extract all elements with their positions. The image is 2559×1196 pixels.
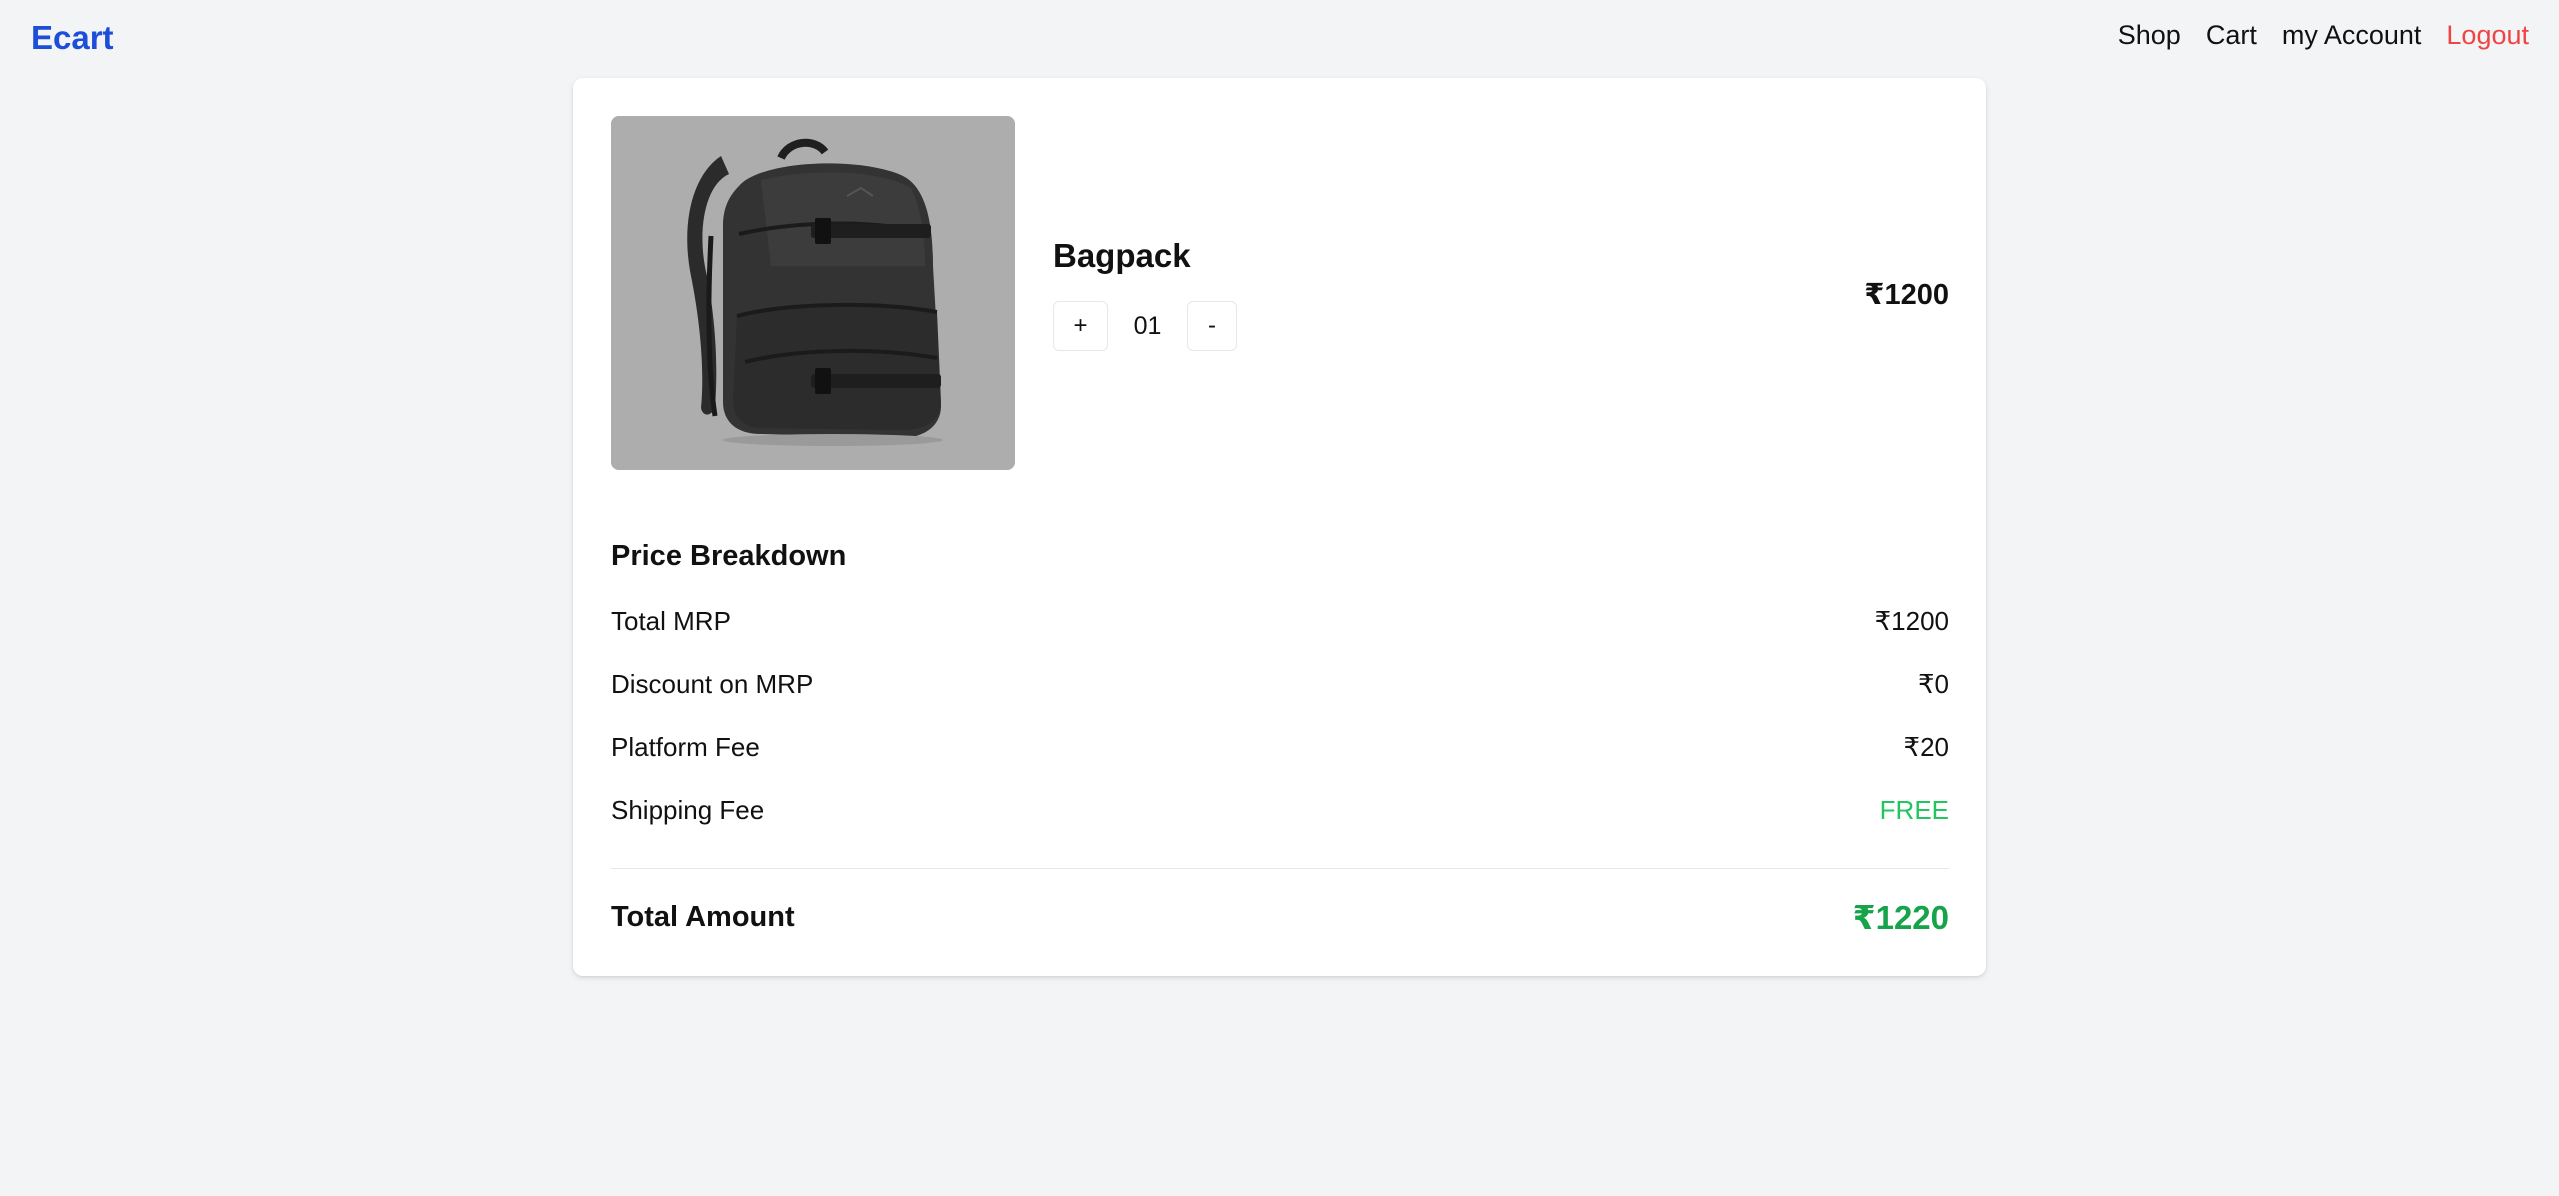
backpack-image — [611, 116, 1015, 470]
price-row-value: ₹0 — [1917, 669, 1949, 699]
nav-shop[interactable]: Shop — [2118, 16, 2181, 54]
brand-logo[interactable]: Ecart — [31, 18, 114, 58]
price-row-discount: Discount on MRP ₹0 — [611, 667, 1949, 730]
price-row-shipping-fee: Shipping Fee FREE — [611, 793, 1949, 856]
decrement-button[interactable]: - — [1187, 301, 1237, 351]
price-breakdown-list: Total MRP ₹1200 Discount on MRP ₹0 Platf… — [611, 604, 1949, 856]
product-image — [611, 116, 1015, 470]
total-amount-row: Total Amount ₹1220 — [611, 898, 1949, 937]
quantity-stepper: + 01 - — [1053, 301, 1237, 351]
product-name: Bagpack — [1053, 237, 1191, 274]
price-row-label: Discount on MRP — [611, 669, 814, 699]
price-row-label: Shipping Fee — [611, 795, 765, 825]
nav-my-account[interactable]: my Account — [2282, 16, 2422, 54]
quantity-value: 01 — [1133, 311, 1162, 340]
divider — [611, 868, 1949, 869]
price-row-value: ₹1200 — [1874, 606, 1949, 636]
total-amount-label: Total Amount — [611, 901, 795, 933]
price-row-label: Platform Fee — [611, 732, 760, 762]
price-breakdown-title: Price Breakdown — [611, 540, 847, 572]
nav-cart[interactable]: Cart — [2206, 16, 2257, 54]
price-row-total-mrp: Total MRP ₹1200 — [611, 604, 1949, 667]
nav-logout[interactable]: Logout — [2446, 16, 2529, 54]
cart-card: Bagpack + 01 - ₹1200 Price Breakdown Tot… — [573, 78, 1986, 976]
top-nav: Shop Cart my Account Logout — [2118, 16, 2529, 54]
product-price: ₹1200 — [1864, 279, 1949, 311]
total-amount-value: ₹1220 — [1852, 899, 1949, 936]
increment-button[interactable]: + — [1053, 301, 1108, 351]
price-row-label: Total MRP — [611, 606, 731, 636]
price-row-value: ₹20 — [1903, 732, 1949, 762]
shipping-free-badge: FREE — [1879, 795, 1949, 825]
price-row-platform-fee: Platform Fee ₹20 — [611, 730, 1949, 793]
